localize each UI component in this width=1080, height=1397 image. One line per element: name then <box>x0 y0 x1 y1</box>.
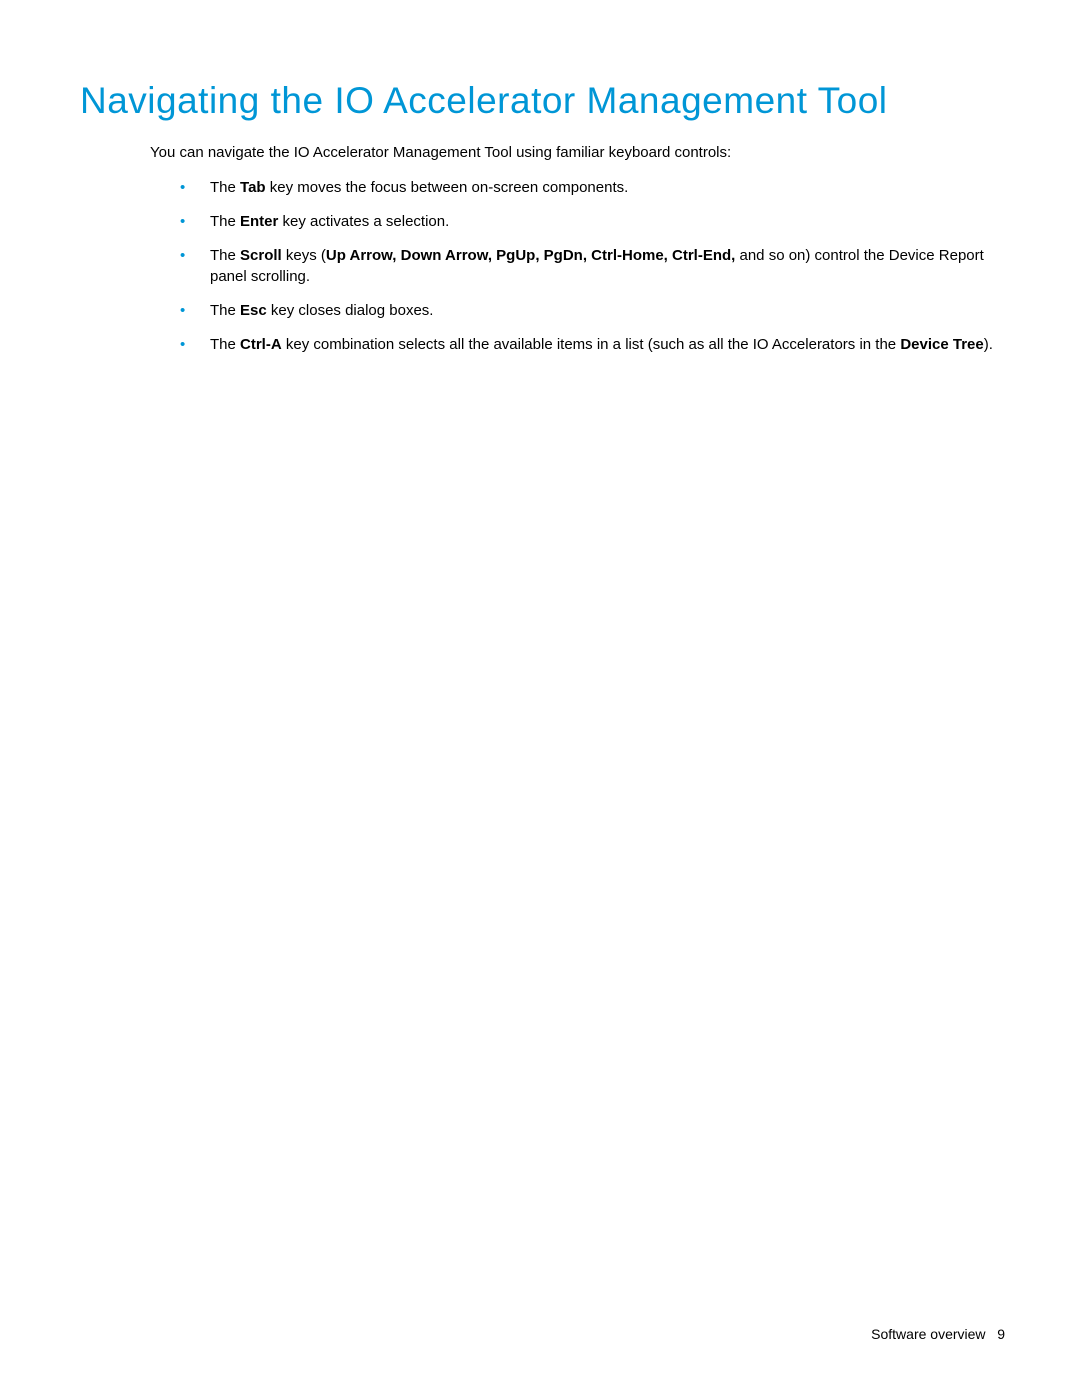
bullet-list: The Tab key moves the focus between on-s… <box>180 177 1020 356</box>
key-name: Scroll <box>240 247 282 264</box>
key-name: Tab <box>240 179 266 196</box>
page-heading: Navigating the IO Accelerator Management… <box>80 80 1020 122</box>
page-footer: Software overview 9 <box>871 1326 1005 1342</box>
key-name: Ctrl-A <box>240 336 282 353</box>
document-page: Navigating the IO Accelerator Management… <box>0 0 1080 1397</box>
key-name: Device Tree <box>900 336 983 353</box>
key-name: Esc <box>240 302 267 319</box>
text-run: ). <box>984 336 993 353</box>
text-run: The <box>210 302 240 319</box>
text-run: The <box>210 336 240 353</box>
text-run: The <box>210 213 240 230</box>
footer-section: Software overview <box>871 1326 985 1342</box>
list-item: The Enter key activates a selection. <box>180 211 1020 233</box>
list-item: The Ctrl-A key combination selects all t… <box>180 334 1020 356</box>
text-run: key moves the focus between on-screen co… <box>266 179 629 196</box>
list-item: The Tab key moves the focus between on-s… <box>180 177 1020 199</box>
intro-paragraph: You can navigate the IO Accelerator Mana… <box>150 142 1020 163</box>
text-run: key combination selects all the availabl… <box>282 336 901 353</box>
key-name: Enter <box>240 213 278 230</box>
key-name: Up Arrow, Down Arrow, PgUp, PgDn, Ctrl-H… <box>326 247 735 264</box>
text-run: key closes dialog boxes. <box>267 302 434 319</box>
text-run: keys ( <box>282 247 326 264</box>
text-run: The <box>210 179 240 196</box>
list-item: The Scroll keys (Up Arrow, Down Arrow, P… <box>180 245 1020 289</box>
text-run: key activates a selection. <box>278 213 449 230</box>
footer-page-number: 9 <box>997 1326 1005 1342</box>
text-run: The <box>210 247 240 264</box>
list-item: The Esc key closes dialog boxes. <box>180 300 1020 322</box>
